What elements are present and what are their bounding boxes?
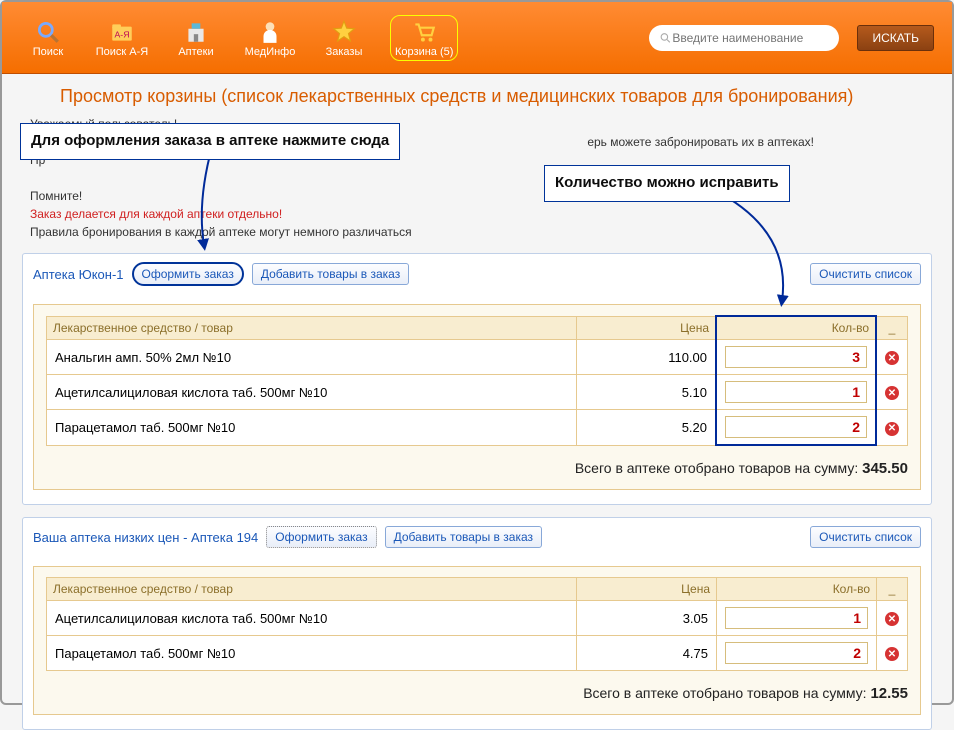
pharmacy-block-2: Ваша аптека низких цен - Аптека 194 Офор… [22, 517, 932, 730]
table-row: Парацетамол таб. 500мг №10 4.75 ✕ [47, 636, 908, 671]
col-del: _ [877, 578, 908, 601]
nav-pharmacies[interactable]: Аптеки [168, 18, 224, 58]
star-icon [330, 18, 358, 46]
delete-icon[interactable]: ✕ [885, 612, 899, 626]
table-row: Анальгин амп. 50% 2мл №10 110.00 ✕ [47, 340, 908, 375]
col-price: Цена [577, 578, 717, 601]
table-row: Ацетилсалициловая кислота таб. 500мг №10… [47, 375, 908, 410]
col-del: _ [876, 316, 908, 340]
nav-label: Поиск [33, 46, 63, 58]
pharmacy-name: Аптека Юкон-1 [33, 267, 124, 282]
svg-text:А-Я: А-Я [115, 29, 130, 39]
table-row: Парацетамол таб. 500мг №10 5.20 ✕ [47, 410, 908, 446]
col-qty: Кол-во [717, 578, 877, 601]
nav-label: Поиск А-Я [96, 46, 148, 58]
delete-icon[interactable]: ✕ [885, 647, 899, 661]
nav-search[interactable]: Поиск [20, 18, 76, 58]
nav-label: Аптеки [178, 46, 213, 58]
qty-input[interactable] [725, 642, 868, 664]
cart-icon [410, 18, 438, 46]
nav-label: Корзина (5) [395, 46, 453, 58]
subtotal-line: Всего в аптеке отобрано товаров на сумму… [46, 460, 908, 477]
col-qty: Кол-во [716, 316, 876, 340]
folder-az-icon: А-Я [108, 18, 136, 46]
page-title: Просмотр корзины (список лекарственных с… [2, 74, 952, 115]
add-items-button[interactable]: Добавить товары в заказ [252, 263, 409, 285]
items-table: Лекарственное средство / товар Цена Кол-… [46, 577, 908, 671]
order-button[interactable]: Оформить заказ [266, 526, 376, 548]
col-price: Цена [576, 316, 716, 340]
notice-caution: Заказ делается для каждой аптеки отдельн… [30, 205, 924, 223]
items-table: Лекарственное средство / товар Цена Кол-… [46, 315, 908, 446]
pharmacy-icon [182, 18, 210, 46]
col-name: Лекарственное средство / товар [47, 578, 577, 601]
notice-block: Уважаемый пользователь! Вы xxxxxxxxxxxxx… [2, 115, 952, 241]
qty-input[interactable] [725, 381, 867, 403]
search-input[interactable] [672, 31, 829, 45]
delete-icon[interactable]: ✕ [885, 351, 899, 365]
nav-medinfo[interactable]: МедИнфо [242, 18, 298, 58]
subtotal-line: Всего в аптеке отобрано товаров на сумму… [46, 685, 908, 702]
qty-input[interactable] [725, 346, 867, 368]
search-icon [659, 31, 672, 45]
table-row: Ацетилсалициловая кислота таб. 500мг №10… [47, 601, 908, 636]
order-button[interactable]: Оформить заказ [132, 262, 244, 286]
notice-remember: Помните! [30, 187, 924, 205]
nav-label: Заказы [326, 46, 363, 58]
qty-input[interactable] [725, 607, 868, 629]
callout-order-here: Для оформления заказа в аптеке нажмите с… [20, 123, 400, 160]
nav-search-az[interactable]: А-Я Поиск А-Я [94, 18, 150, 58]
delete-icon[interactable]: ✕ [885, 422, 899, 436]
search-box[interactable] [649, 25, 839, 51]
clear-list-button[interactable]: Очистить список [810, 526, 921, 548]
qty-input[interactable] [725, 416, 867, 438]
add-items-button[interactable]: Добавить товары в заказ [385, 526, 542, 548]
nav-label: МедИнфо [245, 46, 296, 58]
nav-orders[interactable]: Заказы [316, 18, 372, 58]
clear-list-button[interactable]: Очистить список [810, 263, 921, 285]
magnifier-icon [34, 18, 62, 46]
medinfo-icon [256, 18, 284, 46]
col-name: Лекарственное средство / товар [47, 316, 577, 340]
delete-icon[interactable]: ✕ [885, 386, 899, 400]
callout-qty-edit: Количество можно исправить [544, 165, 790, 202]
nav-cart[interactable]: Корзина (5) [390, 15, 458, 61]
notice-rules: Правила бронирования в каждой аптеке мог… [30, 223, 924, 241]
pharmacy-block-1: Аптека Юкон-1 Оформить заказ Добавить то… [22, 253, 932, 505]
pharmacy-name: Ваша аптека низких цен - Аптека 194 [33, 530, 258, 545]
search-button[interactable]: ИСКАТЬ [857, 25, 934, 51]
top-toolbar: Поиск А-Я Поиск А-Я Аптеки МедИнфо Заказ… [2, 2, 952, 74]
